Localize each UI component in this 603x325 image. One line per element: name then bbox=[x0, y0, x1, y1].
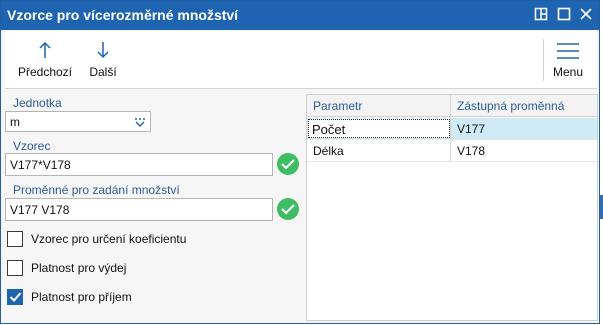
cell-parameter: Délka bbox=[313, 144, 344, 158]
maximize-icon[interactable] bbox=[557, 7, 573, 23]
cell-parameter: Počet bbox=[312, 122, 346, 137]
table-row[interactable]: Délka V178 bbox=[307, 140, 597, 162]
variables-input[interactable]: V177 V178 bbox=[5, 198, 273, 221]
toolbar-divider bbox=[543, 39, 544, 81]
coefficient-formula-checkbox[interactable] bbox=[7, 231, 23, 247]
variables-label: Proměnné pro zadání množství bbox=[13, 183, 180, 197]
formula-label: Vzorec bbox=[13, 139, 51, 153]
valid-for-issue-checkbox[interactable] bbox=[7, 260, 23, 276]
table-row[interactable]: Počet V177 bbox=[307, 118, 597, 140]
valid-for-receipt-label: Platnost pro příjem bbox=[31, 290, 132, 304]
variables-valid-icon bbox=[277, 198, 299, 220]
dialog-window: Vzorce pro vícerozměrné množství Předcho… bbox=[0, 0, 600, 324]
unit-label: Jednotka bbox=[13, 96, 62, 110]
dropdown-icon[interactable] bbox=[134, 116, 146, 130]
cell-variable: V178 bbox=[457, 144, 486, 158]
toolbar: Předchozí Další Menu bbox=[5, 31, 597, 89]
checkmark-icon bbox=[9, 292, 22, 302]
arrow-up-icon bbox=[38, 41, 52, 62]
menu-button[interactable]: Menu bbox=[549, 31, 587, 89]
unit-value: m bbox=[10, 115, 20, 129]
window-title: Vzorce pro vícerozměrné množství bbox=[7, 7, 239, 23]
parameters-table: Parametr Zástupná proměnná Počet V177 Dé… bbox=[306, 94, 598, 321]
unit-select[interactable]: m bbox=[5, 111, 151, 132]
formula-input[interactable]: V177*V178 bbox=[5, 153, 273, 176]
valid-for-receipt-checkbox[interactable] bbox=[7, 289, 23, 305]
coefficient-formula-label: Vzorec pro určení koeficientu bbox=[31, 232, 187, 246]
close-icon[interactable] bbox=[579, 7, 595, 23]
table-cell-edit[interactable]: Počet bbox=[308, 119, 450, 138]
next-button[interactable]: Další bbox=[83, 31, 123, 89]
menu-label: Menu bbox=[552, 65, 584, 79]
hamburger-icon bbox=[557, 43, 579, 62]
arrow-down-icon bbox=[96, 41, 110, 62]
formula-value: V177*V178 bbox=[10, 158, 71, 172]
title-bar[interactable]: Vzorce pro vícerozměrné množství bbox=[1, 1, 599, 30]
column-divider bbox=[450, 95, 451, 161]
valid-for-issue-label: Platnost pro výdej bbox=[31, 261, 127, 275]
table-header: Parametr Zástupná proměnná bbox=[307, 95, 597, 117]
variables-value: V177 V178 bbox=[10, 203, 70, 217]
restore-icon[interactable] bbox=[534, 7, 550, 23]
column-header-variable[interactable]: Zástupná proměnná bbox=[457, 99, 564, 113]
previous-label: Předchozí bbox=[17, 65, 73, 79]
formula-valid-icon bbox=[277, 153, 299, 175]
column-header-parameter[interactable]: Parametr bbox=[313, 99, 362, 113]
previous-button[interactable]: Předchozí bbox=[13, 31, 77, 89]
next-label: Další bbox=[89, 65, 117, 79]
cell-variable: V177 bbox=[457, 122, 486, 136]
